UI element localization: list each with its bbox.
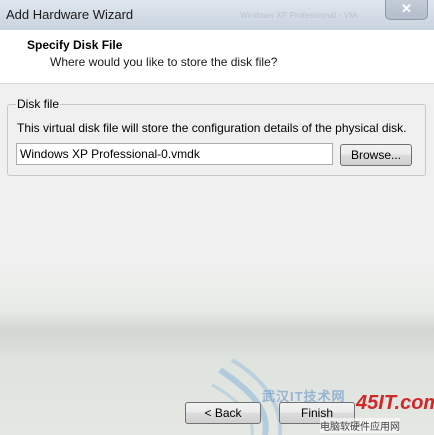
add-hardware-wizard-window: Add Hardware Wizard Windows XP Professio… — [0, 0, 434, 435]
disk-file-path-input[interactable] — [16, 143, 333, 165]
close-button[interactable]: ✕ — [385, 0, 428, 20]
watermark-text: 武汉IT技术网 — [262, 389, 346, 404]
disk-file-legend: Disk file — [16, 97, 61, 111]
window-title: Add Hardware Wizard — [6, 7, 134, 22]
page-subtitle: Where would you like to store the disk f… — [50, 55, 278, 69]
title-bar[interactable]: Add Hardware Wizard Windows XP Professio… — [0, 0, 434, 30]
disk-file-description: This virtual disk file will store the co… — [17, 121, 407, 135]
page-title: Specify Disk File — [27, 38, 123, 52]
window-title-extra: Windows XP Professional - VMware — [240, 11, 358, 19]
wizard-header: Specify Disk File Where would you like t… — [0, 30, 434, 84]
watermark-subtitle: 电脑软硬件应用网 — [320, 418, 400, 433]
browse-button[interactable]: Browse... — [340, 144, 412, 166]
back-button[interactable]: < Back — [185, 402, 261, 424]
close-icon: ✕ — [401, 1, 412, 16]
watermark-logo: 45IT.com — [356, 392, 434, 414]
